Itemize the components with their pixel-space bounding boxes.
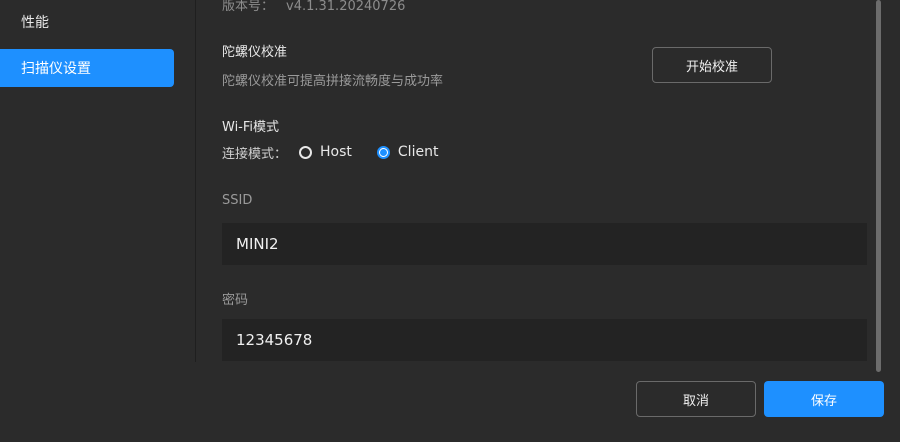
gyro-calibration-description: 陀螺仪校准可提高拼接流畅度与成功率	[222, 74, 444, 89]
radio-client[interactable]: Client	[376, 144, 439, 160]
connect-mode-label: 连接模式：	[222, 146, 288, 162]
gyro-calibration-title: 陀螺仪校准	[222, 45, 288, 60]
version-row: 版本号： v4.1.31.20240726	[222, 0, 405, 14]
radio-host[interactable]: Host	[299, 144, 352, 160]
ssid-input[interactable]	[222, 223, 867, 265]
scrollbar-thumb[interactable]	[876, 0, 881, 372]
sidebar-item-scanner-settings[interactable]: 扫描仪设置	[0, 49, 174, 87]
cancel-button[interactable]: 取消	[636, 381, 756, 417]
wifi-mode-title: Wi-Fi模式	[222, 120, 280, 135]
radio-host-circle[interactable]	[299, 145, 313, 159]
settings-panel: 版本号： v4.1.31.20240726 陀螺仪校准 陀螺仪校准可提高拼接流畅度…	[196, 0, 900, 442]
version-label: 版本号：	[222, 0, 275, 14]
password-label: 密码	[222, 293, 249, 308]
password-field[interactable]	[222, 319, 867, 361]
sidebar: 性能 扫描仪设置	[0, 0, 195, 442]
sidebar-item-label: 性能	[21, 15, 49, 31]
sidebar-item-label: 扫描仪设置	[21, 61, 91, 77]
save-button[interactable]: 保存	[764, 381, 884, 417]
version-value: v4.1.31.20240726	[286, 0, 406, 14]
radio-client-label: Client	[397, 144, 439, 160]
password-input[interactable]	[222, 319, 867, 361]
ssid-label: SSID	[222, 193, 253, 208]
radio-host-label: Host	[320, 144, 352, 160]
sidebar-item-performance[interactable]: 性能	[0, 3, 174, 41]
radio-client-circle[interactable]	[376, 145, 390, 159]
connect-mode-row: 连接模式： Host Client	[222, 143, 463, 162]
ssid-field[interactable]	[222, 223, 867, 265]
start-calibration-button[interactable]: 开始校准	[652, 47, 772, 83]
